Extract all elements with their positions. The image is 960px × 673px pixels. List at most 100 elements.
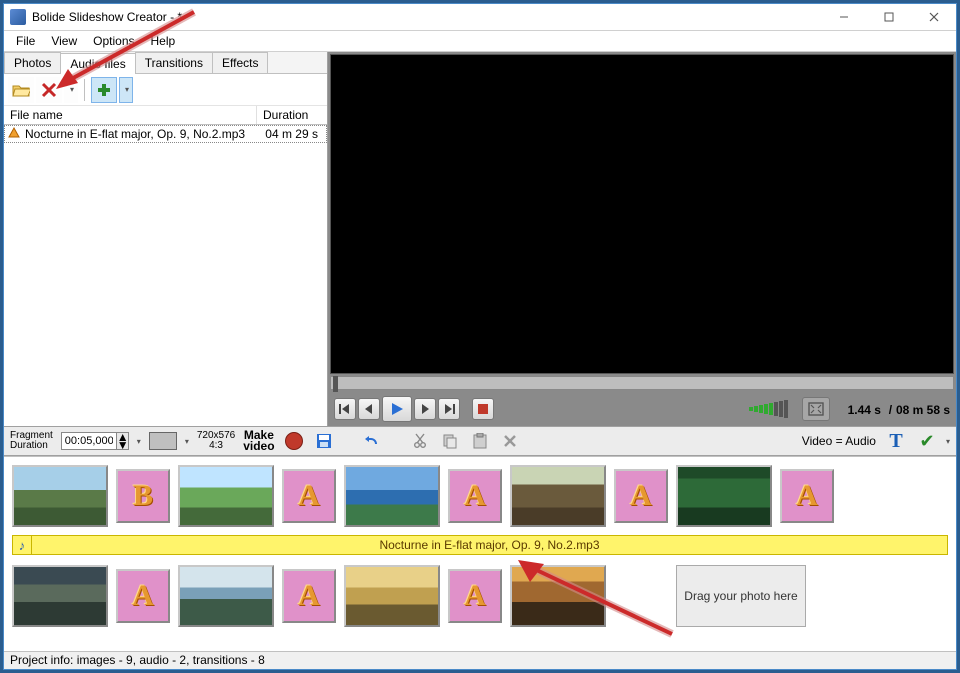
scissors-icon (413, 433, 427, 449)
transition-a[interactable]: A (282, 469, 336, 523)
transition-b[interactable]: B (116, 469, 170, 523)
status-text: Project info: images - 9, audio - 2, tra… (10, 653, 265, 667)
cut-button[interactable] (409, 430, 431, 452)
prev-frame-button[interactable] (358, 398, 380, 420)
tab-audio[interactable]: Audio files (60, 53, 135, 74)
playhead[interactable] (333, 376, 338, 392)
tab-photos[interactable]: Photos (4, 52, 61, 73)
timeline-thumb[interactable] (344, 465, 440, 527)
timeline-thumb[interactable] (178, 465, 274, 527)
fullscreen-button[interactable] (802, 397, 830, 421)
timeline-thumb[interactable] (12, 565, 108, 627)
timeline-row-1: B A A A A (12, 461, 948, 531)
drop-photo-placeholder[interactable]: Drag your photo here (676, 565, 806, 627)
dropdown-caret-icon[interactable]: ▾ (946, 437, 950, 446)
audio-file-icon (7, 127, 21, 141)
delete-x-icon (41, 82, 57, 98)
timeline: B A A A A ♪ Nocturne in E-flat major, Op… (4, 456, 956, 651)
scrub-bar[interactable] (330, 376, 954, 390)
bg-color-swatch[interactable] (149, 432, 177, 450)
timeline-thumb[interactable] (344, 565, 440, 627)
maximize-button[interactable] (866, 4, 911, 30)
transition-a[interactable]: A (282, 569, 336, 623)
timeline-thumb[interactable] (178, 565, 274, 627)
time-total: 08 m 58 s (896, 403, 950, 417)
text-button[interactable]: T (884, 430, 908, 453)
project-toolbar: Fragment Duration ▲▼ ▾ ▾ 720x576 4:3 Mak… (4, 426, 956, 456)
file-row[interactable]: Nocturne in E-flat major, Op. 9, No.2.mp… (4, 125, 327, 143)
col-duration[interactable]: Duration (257, 106, 327, 124)
menu-options[interactable]: Options (85, 32, 142, 50)
duration-spinner[interactable]: ▲▼ (117, 432, 129, 450)
stop-button[interactable] (472, 398, 494, 420)
timecode: 1.44 s / 08 m 58 s (848, 401, 950, 417)
undo-icon (364, 434, 380, 448)
plus-icon (96, 82, 112, 98)
preview-panel: 1.44 s / 08 m 58 s (328, 52, 956, 426)
minimize-button[interactable] (821, 4, 866, 30)
remove-dropdown[interactable] (64, 77, 78, 103)
delete-button[interactable] (499, 430, 521, 452)
title-bar: Bolide Slideshow Creator - * (4, 4, 956, 31)
resolution-label: 720x576 4:3 (197, 431, 235, 451)
app-icon (10, 9, 26, 25)
tab-effects[interactable]: Effects (212, 52, 268, 73)
timeline-row-2: A A A Drag your photo here (12, 561, 948, 631)
preview-viewport (330, 54, 954, 374)
fullscreen-icon (808, 402, 824, 416)
timeline-thumb[interactable] (676, 465, 772, 527)
timeline-thumb[interactable] (510, 465, 606, 527)
fragment-duration-input[interactable] (61, 432, 117, 450)
window-title: Bolide Slideshow Creator - * (32, 10, 821, 24)
apply-button[interactable]: ✔ (916, 430, 938, 452)
audio-track[interactable]: ♪ Nocturne in E-flat major, Op. 9, No.2.… (12, 535, 948, 555)
transition-a[interactable]: A (780, 469, 834, 523)
transition-a[interactable]: A (614, 469, 668, 523)
save-button[interactable] (313, 430, 335, 452)
video-equals-audio-button[interactable]: Video = Audio (802, 434, 876, 448)
timeline-thumb[interactable] (12, 465, 108, 527)
play-button[interactable] (382, 396, 412, 422)
volume-indicator[interactable] (749, 400, 788, 418)
player-controls: 1.44 s / 08 m 58 s (328, 392, 956, 426)
remove-file-button[interactable] (36, 77, 62, 103)
delete-icon (503, 434, 517, 448)
undo-button[interactable] (361, 430, 383, 452)
music-note-icon: ♪ (12, 535, 32, 555)
media-panel: Photos Audio files Transitions Effects (4, 52, 328, 426)
folder-open-icon (12, 82, 30, 98)
paste-button[interactable] (469, 430, 491, 452)
dropdown-caret-icon[interactable]: ▾ (137, 437, 141, 446)
copy-icon (442, 433, 458, 449)
add-dropdown[interactable] (119, 77, 133, 103)
paste-icon (472, 433, 488, 449)
tab-transitions[interactable]: Transitions (135, 52, 213, 73)
file-name: Nocturne in E-flat major, Op. 9, No.2.mp… (25, 127, 254, 141)
make-video-button[interactable]: Makevideo (243, 430, 274, 452)
record-button[interactable] (283, 430, 305, 452)
status-bar: Project info: images - 9, audio - 2, tra… (4, 651, 956, 669)
go-start-button[interactable] (334, 398, 356, 420)
menu-view[interactable]: View (43, 32, 85, 50)
timeline-thumb[interactable] (510, 565, 606, 627)
go-end-button[interactable] (438, 398, 460, 420)
add-to-timeline-button[interactable] (91, 77, 117, 103)
main-window: Bolide Slideshow Creator - * File View O… (3, 3, 957, 670)
copy-button[interactable] (439, 430, 461, 452)
transition-a[interactable]: A (116, 569, 170, 623)
menu-help[interactable]: Help (143, 32, 184, 50)
col-filename[interactable]: File name (4, 106, 257, 124)
transition-a[interactable]: A (448, 569, 502, 623)
next-frame-button[interactable] (414, 398, 436, 420)
menu-file[interactable]: File (8, 32, 43, 50)
audio-clip[interactable]: Nocturne in E-flat major, Op. 9, No.2.mp… (32, 535, 948, 555)
add-file-button[interactable] (8, 77, 34, 103)
file-duration: 04 m 29 s (254, 127, 324, 141)
fragment-duration-label: Fragment Duration (10, 431, 53, 451)
media-tabs: Photos Audio files Transitions Effects (4, 52, 327, 74)
close-button[interactable] (911, 4, 956, 30)
filelist-header: File name Duration (4, 106, 327, 125)
dropdown-caret-icon[interactable]: ▾ (185, 437, 189, 446)
transition-a[interactable]: A (448, 469, 502, 523)
save-icon (316, 433, 332, 449)
